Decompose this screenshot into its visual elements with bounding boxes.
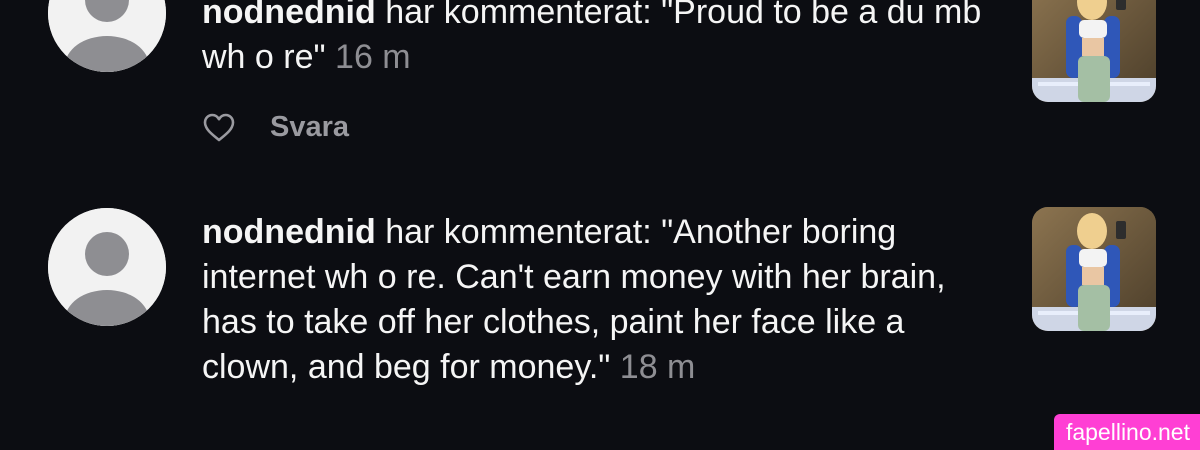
default-avatar-icon [48,208,166,326]
comment-text: nodnednid har kommenterat: "Another bori… [202,210,992,390]
comment-timestamp: 16 m [335,38,411,76]
avatar[interactable] [48,0,166,72]
comment-timestamp: 18 m [619,348,696,386]
comment-actions: Svara [202,107,349,147]
post-thumbnail[interactable] [1032,0,1156,102]
reply-button[interactable]: Svara [270,111,349,144]
watermark: fapellino.net [1053,414,1200,450]
heart-outline-icon [203,113,235,141]
post-thumbnail[interactable] [1032,207,1156,331]
default-avatar-icon [48,0,166,72]
post-thumbnail-image [1032,207,1156,331]
comment-text: nodnednid har kommenterat: "Proud to be … [202,0,992,80]
post-thumbnail-image [1032,0,1156,102]
avatar[interactable] [48,208,166,326]
comment-username[interactable]: nodnednid [202,0,376,31]
comment-verb: har kommenterat: [375,0,662,31]
like-button[interactable] [202,110,236,144]
comment-verb: har kommenterat: [375,213,662,251]
comment-username[interactable]: nodnednid [202,213,376,251]
